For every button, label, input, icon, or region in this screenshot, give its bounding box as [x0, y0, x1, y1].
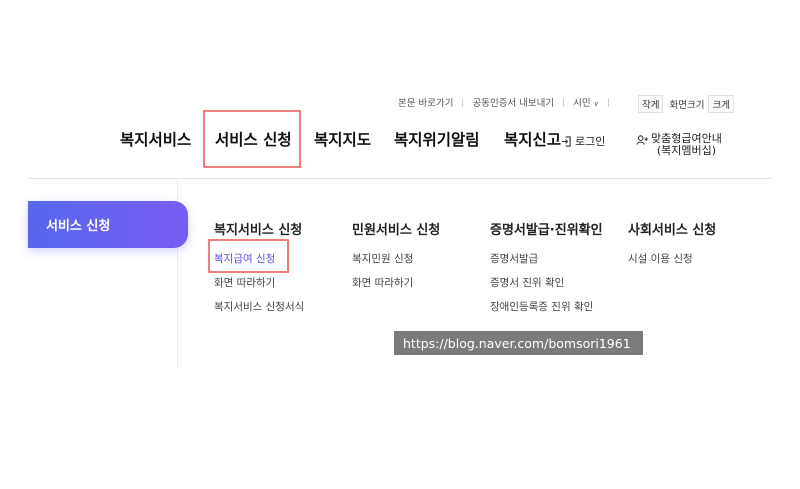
column-heading-welfare: 복지서비스 신청 — [214, 223, 303, 238]
font-size-label: 화면크기 — [669, 100, 705, 111]
link-welfare-forms[interactable]: 복지서비스 신청서식 — [214, 299, 304, 314]
divider — [462, 97, 464, 107]
column-heading-social: 사회서비스 신청 — [628, 223, 717, 238]
chevron-down-icon: ∨ — [593, 100, 599, 108]
city-select[interactable]: 시민 ∨ — [573, 95, 599, 109]
watermark-text: https://blog.naver.com/bomsori1961 — [403, 335, 631, 351]
gnb-item-welfare-report[interactable]: 복지신고 — [504, 128, 561, 150]
side-menu-label: 서비스 신청 — [46, 219, 111, 234]
link-civil-apply[interactable]: 복지민원 신청 — [352, 251, 413, 266]
custom-benefit-link[interactable]: 맞춤형급여안내 (복지멤버십) — [636, 133, 722, 157]
divider — [563, 97, 565, 107]
login-label: 로그인 — [575, 135, 606, 148]
column-heading-civil: 민원서비스 신청 — [352, 223, 441, 238]
gnb-item-welfare-service[interactable]: 복지서비스 — [120, 128, 191, 150]
skip-content-link[interactable]: 본문 바로가기 — [398, 95, 453, 109]
user-add-icon — [636, 135, 649, 145]
font-smaller-button[interactable]: 작게 — [638, 95, 664, 113]
gnb-item-welfare-map[interactable]: 복지지도 — [314, 128, 371, 150]
link-disability-card-verify[interactable]: 장애인등록증 진위 확인 — [490, 299, 593, 314]
city-select-label: 시민 — [573, 98, 591, 109]
highlight-box — [208, 239, 289, 273]
gnb-item-crisis-alert[interactable]: 복지위기알림 — [394, 128, 480, 150]
link-certificate-issue[interactable]: 증명서발급 — [490, 251, 538, 266]
link-follow-guide[interactable]: 화면 따라하기 — [214, 275, 275, 290]
divider — [28, 178, 772, 179]
font-larger-button[interactable]: 크게 — [708, 95, 734, 113]
login-button[interactable]: 로그인 — [561, 133, 605, 149]
watermark: https://blog.naver.com/bomsori1961 — [394, 331, 643, 355]
column-heading-certificate: 증명서발급·진위확인 — [490, 223, 603, 238]
utility-bar: 본문 바로가기 공동인증서 내보내기 시민 ∨ — [398, 95, 618, 109]
font-size-control: 작게 화면크기 크게 — [638, 95, 736, 113]
link-certificate-verify[interactable]: 증명서 진위 확인 — [490, 275, 564, 290]
link-follow-guide[interactable]: 화면 따라하기 — [352, 275, 413, 290]
side-menu-active[interactable]: 서비스 신청 — [28, 201, 188, 248]
custom-benefit-sublabel: (복지멤버십) — [656, 144, 717, 157]
link-facility-apply[interactable]: 시설 이용 신청 — [628, 251, 693, 266]
login-icon — [561, 135, 571, 147]
cert-export-link[interactable]: 공동인증서 내보내기 — [472, 95, 554, 109]
divider — [607, 97, 609, 107]
highlight-box — [203, 110, 301, 168]
